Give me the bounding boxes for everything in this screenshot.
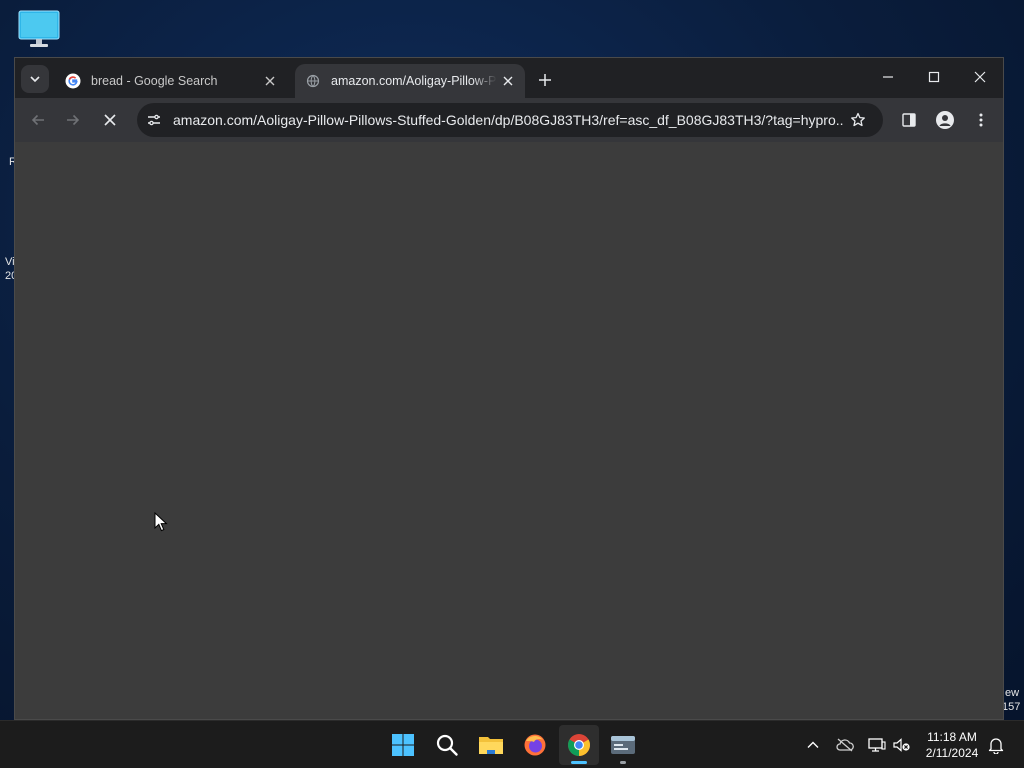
profile-button[interactable] xyxy=(932,107,958,133)
chevron-down-icon xyxy=(30,76,40,83)
maximize-icon xyxy=(928,71,940,83)
cloud-offline-icon xyxy=(836,738,854,752)
tab-title: amazon.com/Aoligay-Pillow-Pillows-Stuffe… xyxy=(331,74,497,88)
volume-muted-icon xyxy=(893,738,910,752)
close-icon xyxy=(503,76,513,86)
mouse-cursor-icon xyxy=(154,512,168,532)
menu-button[interactable] xyxy=(968,107,994,133)
star-icon xyxy=(851,112,865,127)
tab-google-search[interactable]: bread - Google Search xyxy=(55,64,287,98)
chevron-up-icon xyxy=(807,741,819,748)
side-panel-icon xyxy=(902,113,916,127)
tab-search-button[interactable] xyxy=(21,65,49,93)
address-bar[interactable]: amazon.com/Aoligay-Pillow-Pillows-Stuffe… xyxy=(137,103,883,137)
show-hidden-icons-button[interactable] xyxy=(803,735,823,755)
plus-icon xyxy=(539,74,551,86)
browser-toolbar: amazon.com/Aoligay-Pillow-Pillows-Stuffe… xyxy=(15,98,1003,142)
clock-date: 2/11/2024 xyxy=(925,746,979,760)
volume-tray-button[interactable] xyxy=(892,735,912,755)
taskbar-search-button[interactable] xyxy=(427,725,467,765)
start-button[interactable] xyxy=(383,725,423,765)
tab-strip: bread - Google Search amazon.com/Aoligay… xyxy=(15,58,1003,98)
close-tab-button[interactable] xyxy=(497,70,519,92)
side-panel-button[interactable] xyxy=(896,107,922,133)
desktop-edge-text: ew xyxy=(1005,687,1020,699)
browser-window: bread - Google Search amazon.com/Aoligay… xyxy=(14,57,1004,720)
desktop-edge-text: 157 xyxy=(1002,701,1021,713)
folder-icon xyxy=(479,737,503,754)
loading-globe-icon xyxy=(306,74,320,88)
network-tray-button[interactable] xyxy=(867,735,887,755)
close-tab-button[interactable] xyxy=(259,70,281,92)
maximize-button[interactable] xyxy=(912,62,956,92)
network-icon xyxy=(868,738,886,752)
close-icon xyxy=(265,76,275,86)
arrow-right-icon xyxy=(67,114,80,126)
google-g-icon xyxy=(65,73,81,89)
chrome-icon xyxy=(568,734,590,756)
minimize-button[interactable] xyxy=(866,62,910,92)
this-pc-desktop-icon[interactable] xyxy=(18,10,60,50)
page-content[interactable] xyxy=(15,142,1003,719)
clock-time: 11:18 AM xyxy=(927,730,977,744)
file-explorer-button[interactable] xyxy=(471,725,511,765)
tune-icon xyxy=(148,114,160,126)
notifications-button[interactable] xyxy=(986,735,1006,755)
onedrive-tray-button[interactable] xyxy=(835,735,855,755)
firefox-button[interactable] xyxy=(515,725,555,765)
forward-button[interactable] xyxy=(60,107,86,133)
tab-amazon[interactable]: amazon.com/Aoligay-Pillow-Pillows-Stuffe… xyxy=(295,64,525,98)
firefox-icon xyxy=(524,734,546,756)
arrow-left-icon xyxy=(31,114,44,126)
back-button[interactable] xyxy=(25,107,51,133)
active-app-indicator xyxy=(571,761,587,764)
chrome-button[interactable] xyxy=(559,725,599,765)
new-tab-button[interactable] xyxy=(533,68,557,92)
minimize-icon xyxy=(883,76,893,78)
tab-title: bread - Google Search xyxy=(91,74,218,88)
more-vertical-icon xyxy=(979,113,983,127)
terminal-button[interactable] xyxy=(603,725,643,765)
profile-icon xyxy=(936,111,954,129)
close-window-button[interactable] xyxy=(958,62,1002,92)
running-app-indicator xyxy=(620,761,626,764)
search-icon xyxy=(436,734,458,756)
system-clock[interactable]: 11:18 AM 2/11/2024 xyxy=(920,729,984,761)
terminal-icon xyxy=(611,736,635,754)
close-icon xyxy=(104,114,116,126)
stop-loading-button[interactable] xyxy=(97,107,123,133)
close-icon xyxy=(974,71,986,83)
bookmark-button[interactable] xyxy=(849,111,867,129)
bell-icon xyxy=(988,738,1004,754)
taskbar: 11:18 AM 2/11/2024 xyxy=(0,720,1024,768)
windows-logo-icon xyxy=(392,734,414,756)
url-text[interactable]: amazon.com/Aoligay-Pillow-Pillows-Stuffe… xyxy=(173,103,843,137)
site-info-button[interactable] xyxy=(145,111,163,129)
